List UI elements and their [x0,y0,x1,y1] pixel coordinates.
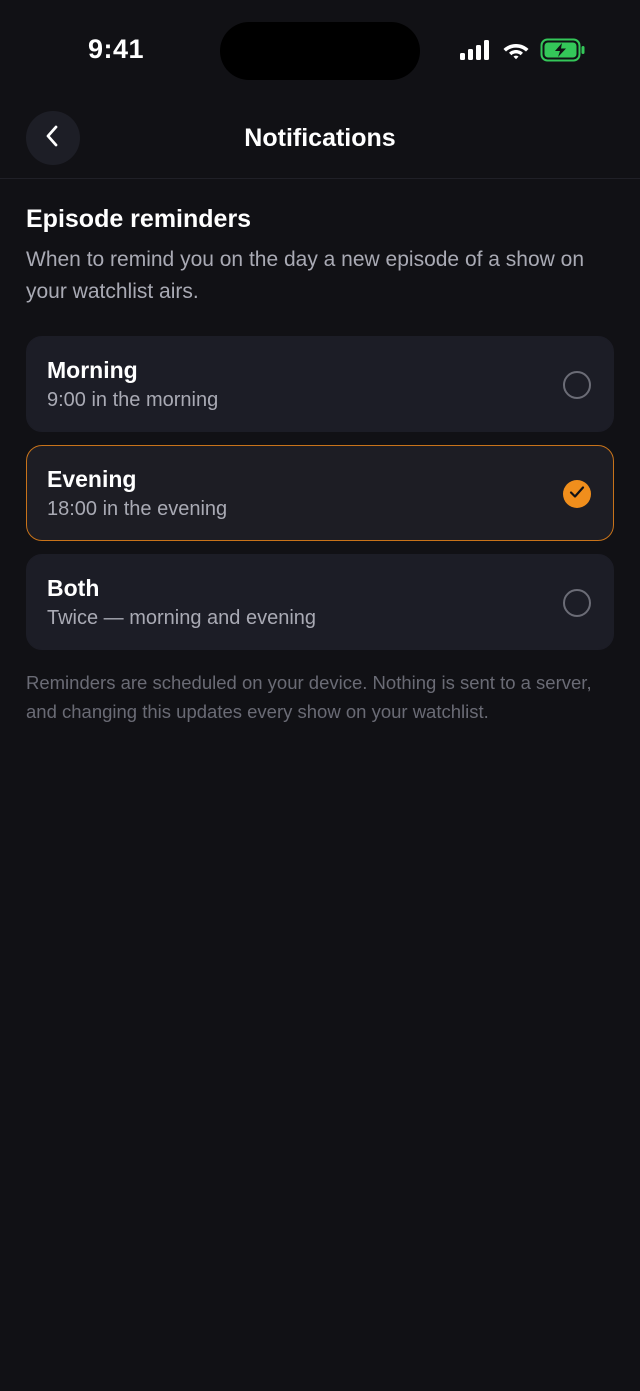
battery-charging-icon [540,38,586,67]
section-title: Episode reminders [26,205,252,233]
option-evening[interactable]: Evening 18:00 in the evening [26,445,614,541]
option-both[interactable]: Both Twice — morning and evening [26,554,614,650]
status-time: 9:41 [88,34,145,64]
option-title: Both [47,575,100,601]
status-bar: 9:41 [0,0,640,100]
option-title: Morning [47,357,138,383]
radio-unchecked[interactable] [563,589,591,617]
page-title: Notifications [244,124,396,152]
checkmark-icon [569,485,585,504]
status-icons [460,38,586,67]
reminder-options: Morning 9:00 in the morning Evening 18:0… [26,336,614,650]
nav-header: Notifications [0,100,640,179]
section-description: When to remind you on the day a new epis… [26,248,585,303]
option-subtitle: 18:00 in the evening [47,498,228,520]
signal-icon [460,39,492,65]
radio-checked[interactable] [563,480,591,508]
option-subtitle: Twice — morning and evening [47,607,317,629]
content: Episode reminders When to remind you on … [26,179,614,726]
option-subtitle: 9:00 in the morning [47,389,219,411]
option-morning[interactable]: Morning 9:00 in the morning [26,336,614,432]
dynamic-island [220,22,420,80]
radio-unchecked[interactable] [563,371,591,399]
footer-note: Reminders are scheduled on your device. … [26,672,592,722]
wifi-icon [502,40,530,65]
option-title: Evening [47,466,137,492]
notifications-screen: 9:41 Notifications Episode reminders Whe… [0,0,640,1391]
